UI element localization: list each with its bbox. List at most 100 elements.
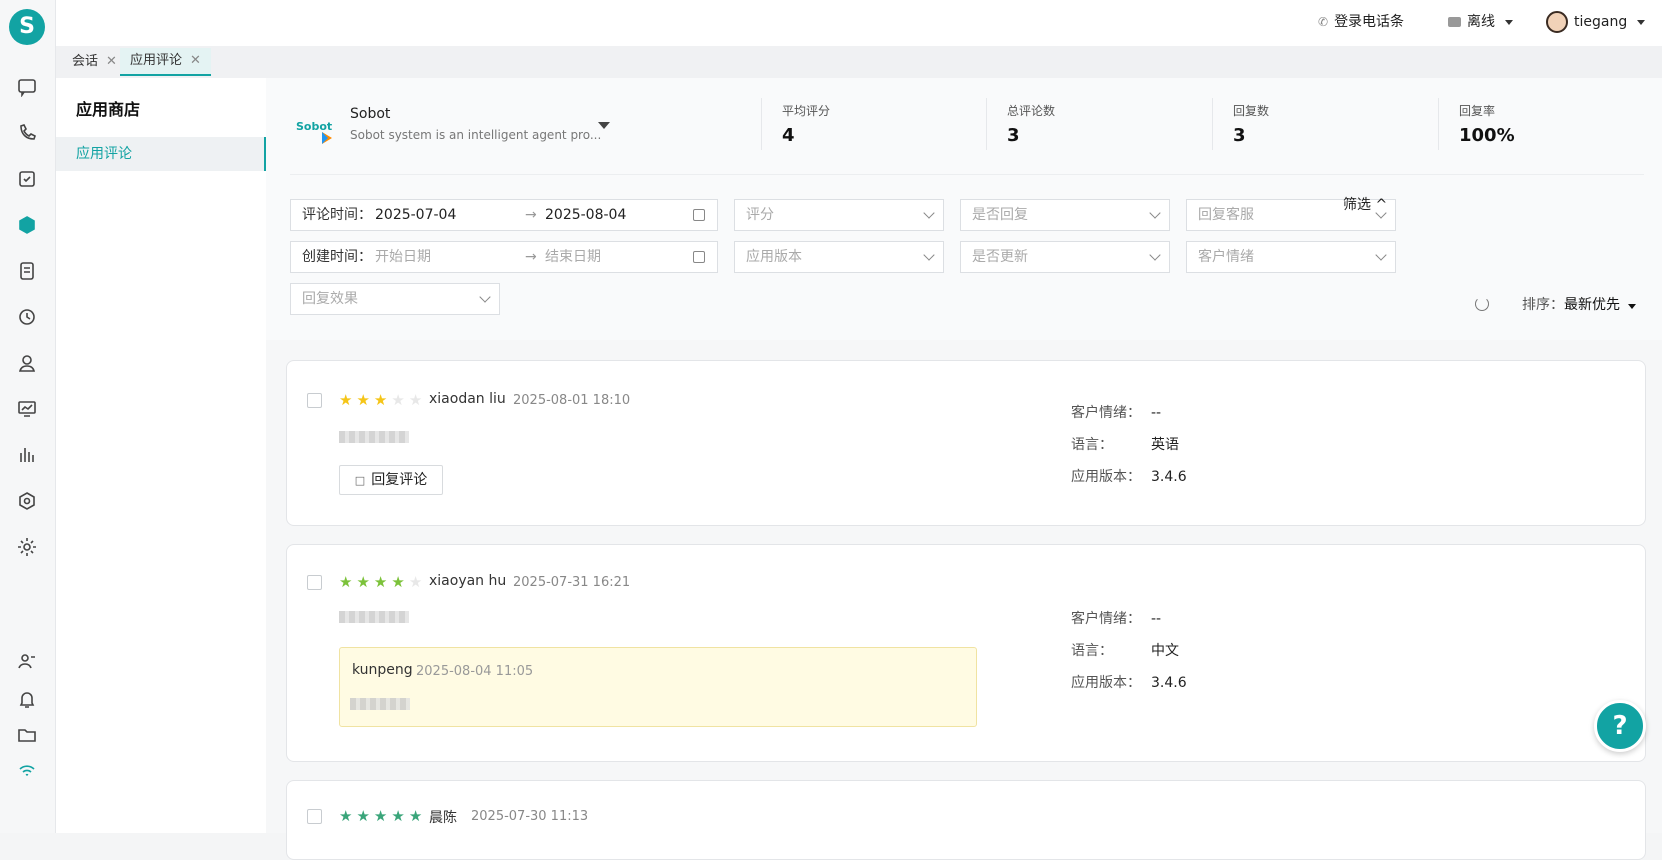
user-menu[interactable]: tiegang [1546,0,1645,44]
phone-icon[interactable] [14,120,40,146]
rating-select[interactable]: 评分 [734,199,944,231]
star-filled-icon: ★ [339,392,352,408]
left-rail: S [0,0,56,833]
review-author: 晨陈 [429,807,457,827]
meta-value: 中文 [1151,643,1179,659]
end-date[interactable]: 2025-08-04 [545,200,626,230]
app-description: Sobot system is an intelligent agent pro… [350,128,601,142]
agent-status-icon[interactable] [14,648,40,674]
star-filled-icon: ★ [374,392,387,408]
review-checkbox[interactable] [307,809,322,824]
review-checkbox[interactable] [307,575,322,590]
start-date[interactable]: 2025-07-04 [375,200,456,230]
reply-button-label: 回复评论 [371,472,427,488]
close-icon[interactable]: ✕ [106,48,117,76]
chevron-down-icon [923,207,934,218]
folder-icon[interactable] [14,722,40,748]
appstore-icon[interactable] [14,212,40,238]
robot-icon[interactable] [14,488,40,514]
app-version-select[interactable]: 应用版本 [734,241,944,273]
star-filled-icon: ★ [391,574,404,590]
caret-down-icon [1628,304,1636,309]
create-time-range[interactable]: 创建时间： 开始日期 → 结束日期 [290,241,718,273]
calendar-icon[interactable] [693,251,705,263]
sidebar-item-app-reviews[interactable]: 应用评论 [56,137,266,171]
review-time: 2025-07-31 16:21 [513,575,630,590]
star-filled-icon: ★ [356,392,369,408]
report-icon[interactable] [14,442,40,468]
end-date[interactable]: 结束日期 [545,242,601,272]
task-icon[interactable] [14,166,40,192]
stat-label: 回复数 [1233,102,1269,119]
review-time: 2025-08-01 18:10 [513,393,630,408]
meta-value: -- [1151,611,1161,627]
meta-sentiment: 客户情绪：-- [1071,608,1161,628]
is-replied-select[interactable]: 是否回复 [960,199,1170,231]
review-content-blurred [339,611,409,623]
monitor-icon[interactable] [14,396,40,422]
meta-version: 应用版本：3.4.6 [1071,466,1187,486]
sidebar: 应用商店 应用评论 [56,78,266,833]
meta-label: 语言： [1071,434,1151,454]
star-empty-icon: ★ [391,392,404,408]
stat-value: 4 [782,125,830,146]
start-date[interactable]: 开始日期 [375,242,431,272]
username: tiegang [1574,0,1627,44]
chat-icon[interactable] [14,74,40,100]
refresh-icon[interactable] [1475,297,1489,311]
star-filled-icon: ★ [391,808,404,824]
reply-review-button[interactable]: □回复评论 [339,465,443,495]
meta-label: 客户情绪： [1071,402,1151,422]
star-filled-icon: ★ [356,808,369,824]
sort-dropdown[interactable]: 最新优先 [1564,294,1636,314]
sort-value: 最新优先 [1564,297,1620,313]
stat-reply-rate: 回复率100% [1438,98,1515,150]
review-card: ★ ★ ★ ★ ★ xiaodan liu 2025-08-01 18:10 □… [286,360,1646,526]
filter-toggle-button[interactable]: 筛选 ^ [1343,194,1387,214]
customer-icon[interactable] [14,350,40,376]
star-filled-icon: ★ [374,574,387,590]
calendar-icon[interactable] [693,209,705,221]
tab-app-reviews[interactable]: 应用评论✕ [120,48,211,76]
tab-bar: 会话 ✕ 应用评论✕ [56,46,1662,78]
meta-value: 3.4.6 [1151,469,1187,485]
status-label: 离线 [1467,0,1495,44]
meta-value: -- [1151,405,1161,421]
app-logo-icon: Sobot [296,110,336,150]
status-dropdown[interactable]: 离线 [1448,0,1513,44]
wifi-icon[interactable] [14,758,40,784]
sentiment-select[interactable]: 客户情绪 [1186,241,1396,273]
bell-icon[interactable] [14,686,40,712]
rating-stars: ★ ★ ★ ★ ★ [339,808,422,824]
arrow-right-icon: → [525,200,537,230]
review-card: ★ ★ ★ ★ ★ xiaoyan hu 2025-07-31 16:21 ku… [286,544,1646,762]
chevron-down-icon [923,249,934,260]
review-author: xiaodan liu [429,391,506,407]
help-button[interactable]: ? [1594,700,1646,752]
close-icon[interactable]: ✕ [190,47,201,75]
ticket-icon[interactable] [14,258,40,284]
is-updated-select[interactable]: 是否更新 [960,241,1170,273]
app-select-caret-icon[interactable] [598,122,610,129]
review-checkbox[interactable] [307,393,322,408]
rating-stars: ★ ★ ★ ★ ★ [339,574,422,590]
meta-label: 应用版本： [1071,672,1151,692]
star-empty-icon: ★ [409,574,422,590]
tab-label: 会话 [72,48,98,76]
phone-bar-button[interactable]: ✆登录电话条 [1318,0,1404,44]
select-placeholder: 是否回复 [972,207,1028,223]
meta-sentiment: 客户情绪：-- [1071,402,1161,422]
chevron-down-icon [479,291,490,302]
comment-time-range[interactable]: 评论时间： 2025-07-04 → 2025-08-04 [290,199,718,231]
meta-label: 语言： [1071,640,1151,660]
app-logo-text: Sobot [296,120,332,133]
reply-box: kunpeng 2025-08-04 11:05 [339,647,977,727]
reply-effect-select[interactable]: 回复效果 [290,283,500,315]
stat-label: 回复率 [1459,102,1515,119]
settings-icon[interactable] [14,534,40,560]
rating-stars: ★ ★ ★ ★ ★ [339,392,422,408]
tab-conversation[interactable]: 会话 ✕ [62,48,127,76]
app-logo[interactable]: S [9,9,45,45]
star-filled-icon: ★ [356,574,369,590]
history-icon[interactable] [14,304,40,330]
